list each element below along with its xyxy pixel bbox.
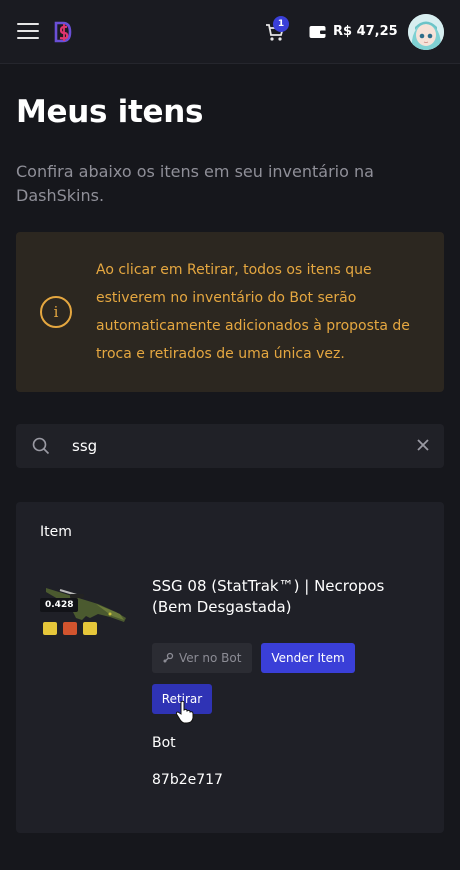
bot-label: Bot	[152, 735, 176, 751]
menu-icon[interactable]	[17, 23, 39, 41]
bot-id: 87b2e717	[152, 772, 223, 788]
item-name: SSG 08 (StatTrak™) | Necropos (Bem Desga…	[152, 577, 385, 616]
notice-text: Ao clicar em Retirar, todos os itens que…	[96, 262, 410, 362]
info-icon: i	[40, 296, 72, 328]
sticker-icon	[63, 622, 77, 635]
search-icon	[32, 437, 50, 455]
dashskins-logo-icon[interactable]	[53, 20, 73, 44]
withdraw-notice: i Ao clicar em Retirar, todos os itens q…	[16, 232, 444, 392]
view-bot-label: Ver no Bot	[179, 651, 242, 665]
item-float-badge: 0.428	[40, 598, 79, 612]
top-bar: 1 R$ 47,25	[0, 0, 460, 64]
user-avatar[interactable]	[408, 14, 444, 50]
item-stickers	[43, 622, 97, 635]
sticker-icon	[43, 622, 57, 635]
clear-search-icon[interactable]	[416, 438, 430, 452]
wallet-balance[interactable]: R$ 47,25	[333, 22, 398, 42]
items-card: Item 0.428 SSG 08 (StatTrak™) | Necropos…	[16, 502, 444, 833]
page-subtitle: Confira abaixo os itens em seu inventári…	[16, 162, 374, 205]
steam-icon	[163, 652, 174, 663]
search-input[interactable]	[72, 424, 392, 468]
sticker-icon	[83, 622, 97, 635]
view-bot-button[interactable]: Ver no Bot	[152, 643, 252, 673]
wallet-icon[interactable]	[309, 24, 326, 39]
cart-count-badge: 1	[273, 16, 289, 32]
sell-item-button[interactable]: Vender Item	[261, 643, 355, 673]
hand-pointer-icon	[175, 700, 194, 724]
search-box	[16, 424, 444, 468]
item-column-label: Item	[40, 524, 72, 540]
page-title: Meus itens	[16, 94, 204, 130]
